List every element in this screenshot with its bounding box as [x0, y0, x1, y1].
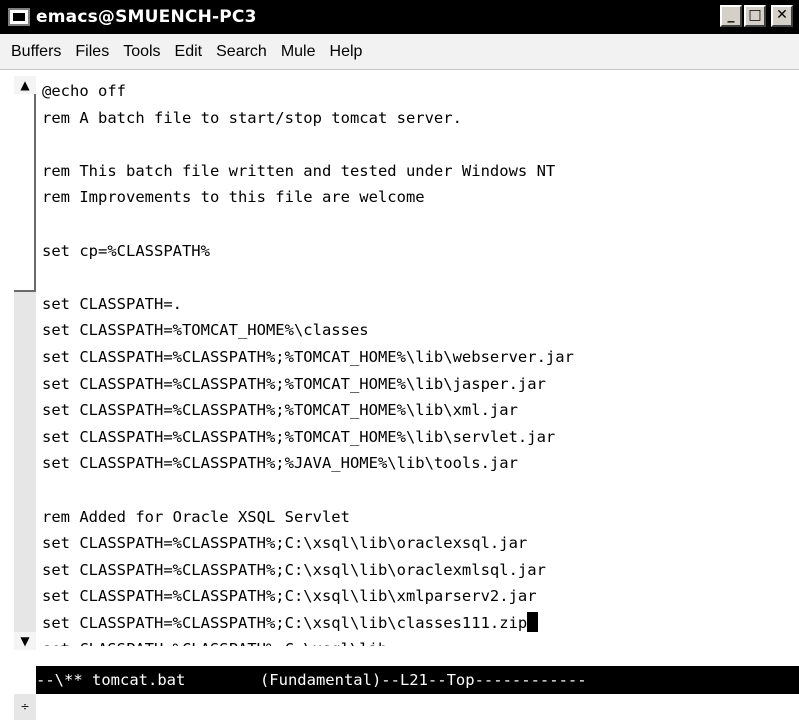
code-line[interactable]: set CLASSPATH=%CLASSPATH%;%TOMCAT_HOME%\… [42, 344, 799, 371]
code-line[interactable]: set CLASSPATH=%CLASSPATH%;C:\xsql\lib\or… [42, 557, 799, 584]
scroll-thumb[interactable] [14, 94, 36, 292]
window-controls: _ □ ✕ [720, 5, 793, 27]
code-line[interactable] [42, 211, 799, 238]
code-line[interactable]: rem Improvements to this file are welcom… [42, 184, 799, 211]
scroll-down-arrow-icon[interactable]: ▼ [14, 632, 36, 650]
scroll-up-arrow-icon[interactable]: ▲ [14, 76, 36, 94]
menu-buffers[interactable]: Buffers [4, 43, 68, 61]
code-line[interactable]: set CLASSPATH=. [42, 291, 799, 318]
code-line[interactable]: set CLASSPATH=%CLASSPATH%;C:\xsql\lib\xm… [42, 583, 799, 610]
menu-files[interactable]: Files [68, 43, 116, 61]
mode-line: --\** tomcat.bat (Fundamental)--L21--Top… [36, 666, 799, 694]
code-line[interactable]: rem This batch file written and tested u… [42, 158, 799, 185]
code-line[interactable]: set CLASSPATH=%CLASSPATH%;%JAVA_HOME%\li… [42, 450, 799, 477]
vertical-scrollbar[interactable]: ▲ ▼ [14, 76, 36, 650]
text-cursor [527, 611, 539, 632]
editor-text-area[interactable]: @echo off rem A batch file to start/stop … [42, 78, 799, 646]
maximize-button[interactable]: □ [744, 5, 766, 27]
emacs-window: emacs@SMUENCH-PC3 _ □ ✕ Buffers Files To… [0, 0, 799, 720]
code-line[interactable] [42, 264, 799, 291]
menu-tools[interactable]: Tools [116, 43, 167, 61]
menu-bar: Buffers Files Tools Edit Search Mule Hel… [0, 34, 799, 70]
code-line[interactable] [42, 131, 799, 158]
minibuffer-scroll-arrows-icon[interactable]: ÷ [14, 694, 36, 720]
menu-search[interactable]: Search [209, 43, 274, 61]
code-line[interactable]: set cp=%CLASSPATH% [42, 238, 799, 265]
code-line[interactable]: set CLASSPATH=%CLASSPATH%;%TOMCAT_HOME%\… [42, 371, 799, 398]
window-title: emacs@SMUENCH-PC3 [36, 7, 257, 27]
title-bar[interactable]: emacs@SMUENCH-PC3 _ □ ✕ [0, 0, 799, 34]
code-line[interactable]: rem Added for Oracle XSQL Servlet [42, 504, 799, 531]
code-line[interactable]: set CLASSPATH=%CLASSPATH%;C:\xsql\lib\or… [42, 530, 799, 557]
minimize-button[interactable]: _ [720, 5, 742, 27]
menu-edit[interactable]: Edit [168, 43, 210, 61]
code-line[interactable]: set CLASSPATH=%CLASSPATH%;C:\xsql\lib\cl… [42, 610, 799, 637]
code-line[interactable]: set CLASSPATH=%CLASSPATH%;%TOMCAT_HOME%\… [42, 397, 799, 424]
minibuffer[interactable] [36, 694, 799, 720]
emacs-app-icon[interactable] [8, 8, 30, 26]
code-line[interactable]: set CLASSPATH=%CLASSPATH%;C:\xsql\lib [42, 636, 799, 646]
menu-mule[interactable]: Mule [274, 43, 323, 61]
code-line[interactable]: set CLASSPATH=%TOMCAT_HOME%\classes [42, 317, 799, 344]
menu-help[interactable]: Help [323, 43, 370, 61]
code-line[interactable]: rem A batch file to start/stop tomcat se… [42, 105, 799, 132]
close-button[interactable]: ✕ [771, 5, 793, 27]
code-line[interactable]: set CLASSPATH=%CLASSPATH%;%TOMCAT_HOME%\… [42, 424, 799, 451]
code-line[interactable] [42, 477, 799, 504]
code-line[interactable]: @echo off [42, 78, 799, 105]
